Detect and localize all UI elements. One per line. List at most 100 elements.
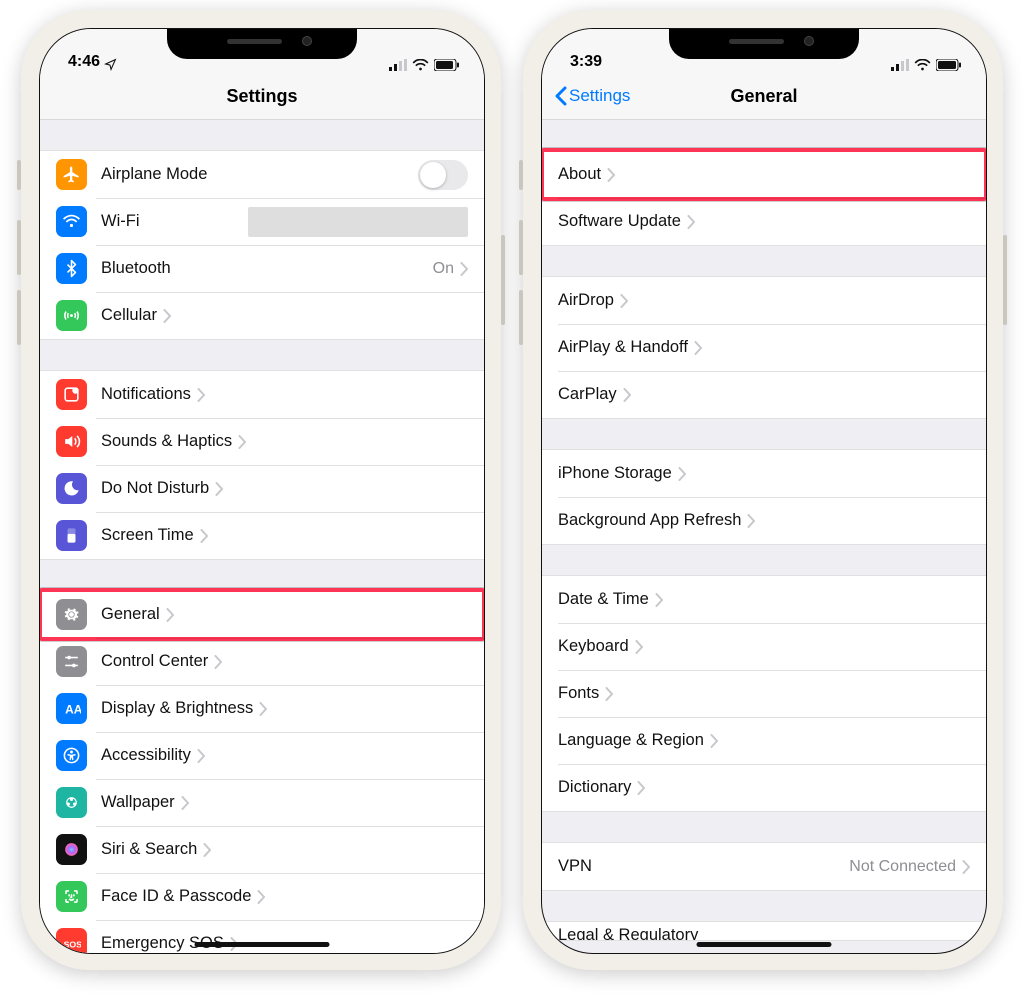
row-value: On — [433, 260, 454, 278]
row-siri[interactable]: Siri & Search — [40, 826, 484, 873]
row-display[interactable]: AA Display & Brightness — [40, 685, 484, 732]
chevron-right-icon — [460, 262, 468, 276]
row-label: AirDrop — [558, 291, 614, 310]
chevron-right-icon — [620, 294, 628, 308]
row-airdrop[interactable]: AirDrop — [542, 277, 986, 324]
nav-title: Settings — [226, 86, 297, 107]
row-label: Sounds & Haptics — [101, 432, 232, 451]
status-time: 4:46 — [68, 53, 100, 71]
nav-bar: Settings — [40, 73, 484, 120]
row-emergency[interactable]: SOSEmergency SOS — [40, 920, 484, 953]
general-list[interactable]: About Software Update AirDrop AirPlay & Han… — [542, 120, 986, 953]
home-indicator[interactable] — [697, 942, 832, 947]
row-label: Control Center — [101, 652, 208, 671]
row-label: Display & Brightness — [101, 699, 253, 718]
row-about[interactable]: About — [542, 151, 986, 198]
row-vpn[interactable]: VPNNot Connected — [542, 843, 986, 890]
chevron-right-icon — [197, 388, 205, 402]
notch — [669, 29, 859, 59]
row-storage[interactable]: iPhone Storage — [542, 450, 986, 497]
row-carplay[interactable]: CarPlay — [542, 371, 986, 418]
cellular-signal-icon — [389, 59, 407, 71]
display-icon: AA — [56, 693, 87, 724]
row-screentime[interactable]: Screen Time — [40, 512, 484, 559]
settings-group: Airplane Mode Wi-Fi BluetoothOn Cellular — [40, 150, 484, 340]
chevron-right-icon — [605, 687, 613, 701]
row-airplane[interactable]: Airplane Mode — [40, 151, 484, 198]
chevron-right-icon — [635, 640, 643, 654]
controlcenter-icon — [56, 646, 87, 677]
row-label: Wi-Fi — [101, 212, 139, 231]
settings-group: Date & Time Keyboard Fonts Language & Regio… — [542, 575, 986, 812]
toggle-switch[interactable] — [418, 160, 468, 190]
row-label: Airplane Mode — [101, 165, 207, 184]
chevron-right-icon — [747, 514, 755, 528]
row-wifi[interactable]: Wi-Fi — [40, 198, 484, 245]
row-label: Language & Region — [558, 731, 704, 750]
group-gap — [40, 340, 484, 370]
row-label: General — [101, 605, 160, 624]
chevron-right-icon — [200, 529, 208, 543]
row-notifications[interactable]: Notifications — [40, 371, 484, 418]
row-label: Background App Refresh — [558, 511, 741, 530]
row-dict[interactable]: Dictionary — [542, 764, 986, 811]
home-indicator[interactable] — [195, 942, 330, 947]
group-gap — [542, 419, 986, 449]
row-label: Keyboard — [558, 637, 629, 656]
wallpaper-icon — [56, 787, 87, 818]
siri-icon — [56, 834, 87, 865]
airplane-icon — [56, 159, 87, 190]
row-label: Siri & Search — [101, 840, 197, 859]
phone-frame-left: 4:46 Settings — [21, 10, 501, 970]
row-dnd[interactable]: Do Not Disturb — [40, 465, 484, 512]
row-datetime[interactable]: Date & Time — [542, 576, 986, 623]
faceid-icon — [56, 881, 87, 912]
wifi-icon — [56, 206, 87, 237]
row-label: Notifications — [101, 385, 191, 404]
settings-group: AirDrop AirPlay & HandoffCarPlay — [542, 276, 986, 419]
nav-bar: Settings General — [542, 73, 986, 120]
chevron-right-icon — [238, 435, 246, 449]
row-label: Fonts — [558, 684, 599, 703]
row-label: Cellular — [101, 306, 157, 325]
row-swupdate[interactable]: Software Update — [542, 198, 986, 245]
row-label: Do Not Disturb — [101, 479, 209, 498]
chevron-right-icon — [655, 593, 663, 607]
row-general[interactable]: General — [40, 591, 484, 638]
settings-list[interactable]: Airplane Mode Wi-Fi BluetoothOn Cellular Not… — [40, 120, 484, 953]
row-label: Face ID & Passcode — [101, 887, 251, 906]
chevron-right-icon — [607, 168, 615, 182]
accessibility-icon — [56, 740, 87, 771]
cellular-signal-icon — [891, 59, 909, 71]
row-airplay[interactable]: AirPlay & Handoff — [542, 324, 986, 371]
row-lang[interactable]: Language & Region — [542, 717, 986, 764]
row-controlcenter[interactable]: Control Center — [40, 638, 484, 685]
battery-icon — [434, 59, 460, 71]
row-fonts[interactable]: Fonts — [542, 670, 986, 717]
notifications-icon — [56, 379, 87, 410]
notch — [167, 29, 357, 59]
row-sounds[interactable]: Sounds & Haptics — [40, 418, 484, 465]
row-accessibility[interactable]: Accessibility — [40, 732, 484, 779]
emergency-icon: SOS — [56, 928, 87, 953]
general-icon — [56, 599, 87, 630]
row-wallpaper[interactable]: Wallpaper — [40, 779, 484, 826]
row-bluetooth[interactable]: BluetoothOn — [40, 245, 484, 292]
chevron-right-icon — [166, 608, 174, 622]
chevron-right-icon — [637, 781, 645, 795]
back-button[interactable]: Settings — [554, 73, 630, 119]
cellular-icon — [56, 300, 87, 331]
row-cellular[interactable]: Cellular — [40, 292, 484, 339]
row-label: iPhone Storage — [558, 464, 672, 483]
row-faceid[interactable]: Face ID & Passcode — [40, 873, 484, 920]
chevron-right-icon — [257, 890, 265, 904]
row-keyboard[interactable]: Keyboard — [542, 623, 986, 670]
row-label: Software Update — [558, 212, 681, 231]
row-legal[interactable]: Legal & Regulatory — [542, 922, 986, 940]
settings-group: iPhone Storage Background App Refresh — [542, 449, 986, 545]
group-gap — [40, 560, 484, 590]
row-bgapp[interactable]: Background App Refresh — [542, 497, 986, 544]
chevron-right-icon — [259, 702, 267, 716]
wifi-icon — [412, 59, 429, 71]
group-gap — [542, 812, 986, 842]
